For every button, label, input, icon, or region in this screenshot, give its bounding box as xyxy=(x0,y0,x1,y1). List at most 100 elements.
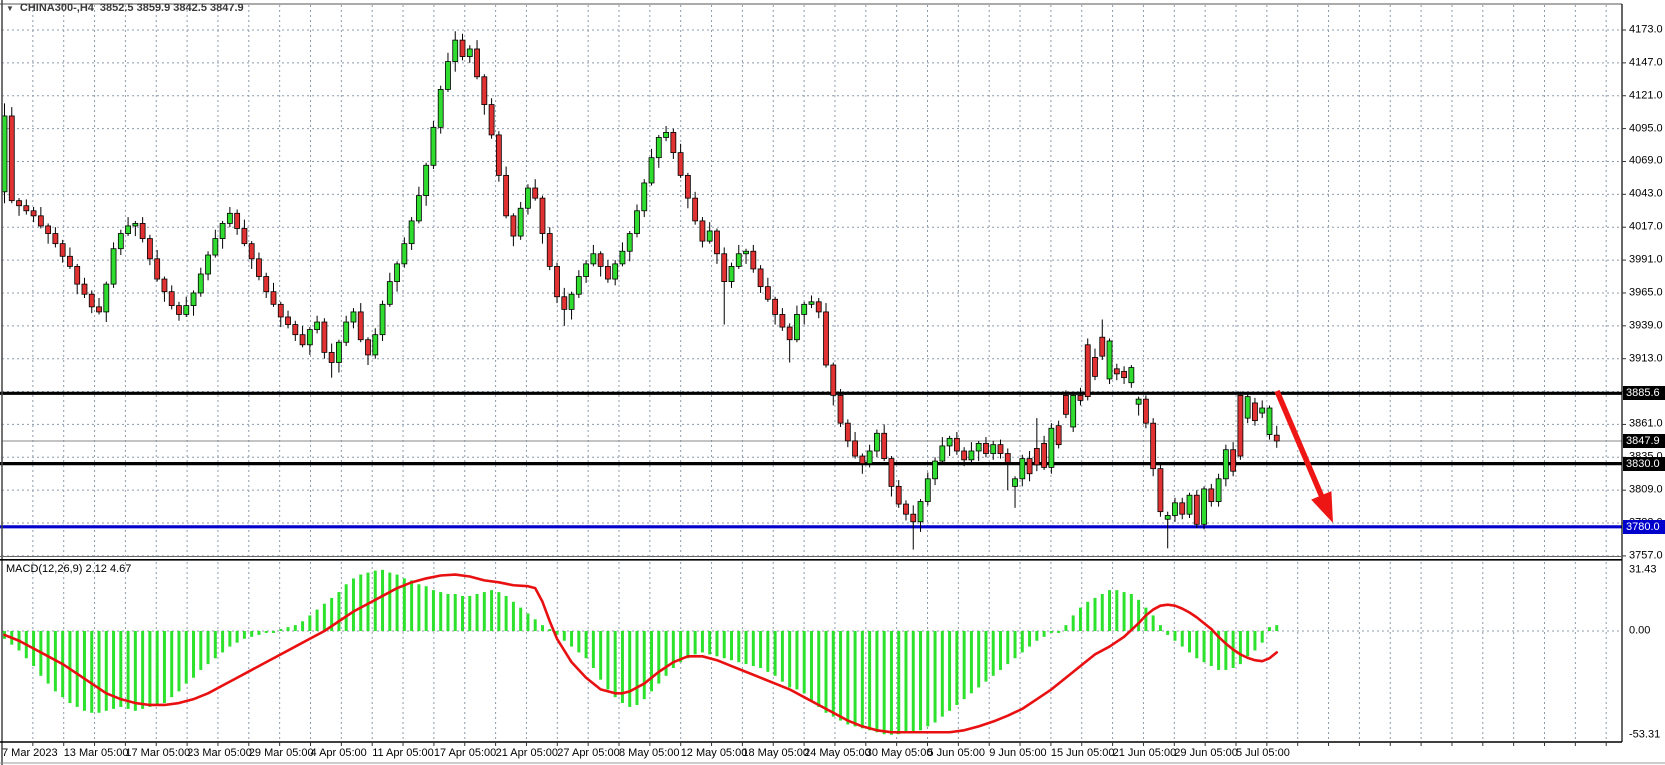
candle-body xyxy=(677,152,684,176)
macd-histogram-bar xyxy=(599,631,603,680)
candle-body xyxy=(226,212,233,224)
macd-histogram-bar xyxy=(308,615,312,631)
macd-histogram-bar xyxy=(613,631,617,698)
macd-histogram-bar xyxy=(97,631,101,713)
macd-histogram-bar xyxy=(1195,631,1199,659)
candle-body xyxy=(445,61,451,90)
candle-body xyxy=(190,292,197,306)
candle-body xyxy=(481,76,488,105)
candle-body xyxy=(626,233,633,252)
chart-canvas[interactable] xyxy=(0,0,1665,765)
candle-body xyxy=(583,263,589,277)
chevron-down-icon[interactable]: ▼ xyxy=(6,4,14,13)
candle-body xyxy=(714,230,720,255)
ohlc-values: 3852.5 3859.9 3842.5 3847.9 xyxy=(99,2,244,14)
macd-histogram-bar xyxy=(548,629,552,631)
candle-body xyxy=(234,212,241,229)
macd-histogram-bar xyxy=(802,631,806,694)
price-tick-label: 4043.0 xyxy=(1629,187,1663,200)
macd-histogram-bar xyxy=(715,631,719,657)
candle-body xyxy=(205,254,211,275)
candle-body xyxy=(1244,396,1251,419)
candle-body xyxy=(1237,394,1244,457)
macd-histogram-bar xyxy=(1202,631,1206,663)
candle-body xyxy=(888,458,895,487)
macd-histogram-bar xyxy=(730,631,733,661)
macd-histogram-bar xyxy=(75,631,79,707)
price-tick-label: 3965.0 xyxy=(1629,286,1663,299)
candle-body xyxy=(575,276,582,295)
candle-body xyxy=(1048,427,1055,468)
candle-body xyxy=(161,278,168,293)
macd-histogram-bar xyxy=(1173,631,1177,641)
candle-body xyxy=(1012,478,1018,487)
candle-body xyxy=(968,450,975,461)
macd-histogram-bar xyxy=(141,631,145,709)
macd-histogram-bar xyxy=(889,631,893,735)
macd-histogram-bar xyxy=(1100,594,1104,631)
candle-body xyxy=(248,243,255,260)
candle-body xyxy=(1121,370,1127,379)
macd-histogram-bar xyxy=(533,619,537,631)
macd-histogram-bar xyxy=(1042,631,1046,637)
candle-body xyxy=(764,286,771,300)
macd-histogram-bar xyxy=(1246,631,1250,657)
date-tick-label: 24 May 05:00 xyxy=(804,747,871,759)
candle-body xyxy=(735,253,742,267)
candle-body xyxy=(1230,449,1237,472)
macd-histogram-bar xyxy=(235,631,239,643)
candle-body xyxy=(415,195,422,222)
macd-histogram-bar xyxy=(759,631,763,668)
candle-body xyxy=(866,450,873,465)
candle-body xyxy=(1099,336,1106,357)
trading-chart-window: ▼ CHINA300-,H4 3852.5 3859.9 3842.5 3847… xyxy=(0,0,1665,765)
candle-body xyxy=(452,39,459,63)
candle-body xyxy=(321,321,328,353)
candle-body xyxy=(932,460,938,480)
macd-histogram-bar xyxy=(279,629,283,631)
candle-body xyxy=(1084,344,1091,398)
candle-body xyxy=(648,157,655,184)
macd-histogram-bar xyxy=(126,631,130,709)
candle-body xyxy=(256,258,262,277)
macd-histogram-bar xyxy=(82,631,86,711)
candle-body xyxy=(270,291,277,305)
candle-body xyxy=(430,126,437,166)
candle-body xyxy=(350,311,357,323)
candle-body xyxy=(1092,357,1098,377)
macd-histogram-bar xyxy=(1013,631,1017,659)
candle-body xyxy=(924,478,931,502)
candle-body xyxy=(241,228,248,245)
candle-body xyxy=(357,311,364,341)
macd-histogram-bar xyxy=(1049,631,1053,633)
macd-name: MACD(12,26,9) xyxy=(6,563,83,575)
macd-histogram-bar xyxy=(519,607,523,631)
macd-tick-label: 31.43 xyxy=(1629,563,1657,576)
candle-body xyxy=(154,258,161,280)
macd-histogram-bar xyxy=(388,572,392,631)
macd-histogram-bar xyxy=(177,631,181,692)
price-badge-3780.0: 3780.0 xyxy=(1623,519,1665,534)
candle-body xyxy=(801,303,808,315)
candle-body xyxy=(1041,442,1048,468)
macd-histogram-bar xyxy=(133,631,137,711)
macd-histogram-bar xyxy=(271,631,275,633)
macd-histogram-bar xyxy=(839,631,843,721)
candle-body xyxy=(750,250,757,270)
candle-body xyxy=(612,263,619,280)
macd-histogram-bar xyxy=(628,631,632,707)
candle-body xyxy=(779,314,786,328)
macd-histogram-bar xyxy=(977,631,981,688)
candle-body xyxy=(103,283,110,313)
macd-histogram-bar xyxy=(453,594,457,631)
macd-histogram-bar xyxy=(773,631,777,676)
macd-histogram-bar xyxy=(744,631,748,665)
macd-histogram-bar xyxy=(250,631,254,637)
candle-body xyxy=(372,334,379,356)
candle-body xyxy=(1135,398,1142,405)
macd-histogram-bar xyxy=(504,595,508,631)
candle-body xyxy=(895,485,902,505)
macd-histogram-bar xyxy=(344,584,348,631)
candle-body xyxy=(641,182,648,212)
candle-body xyxy=(1026,458,1033,475)
